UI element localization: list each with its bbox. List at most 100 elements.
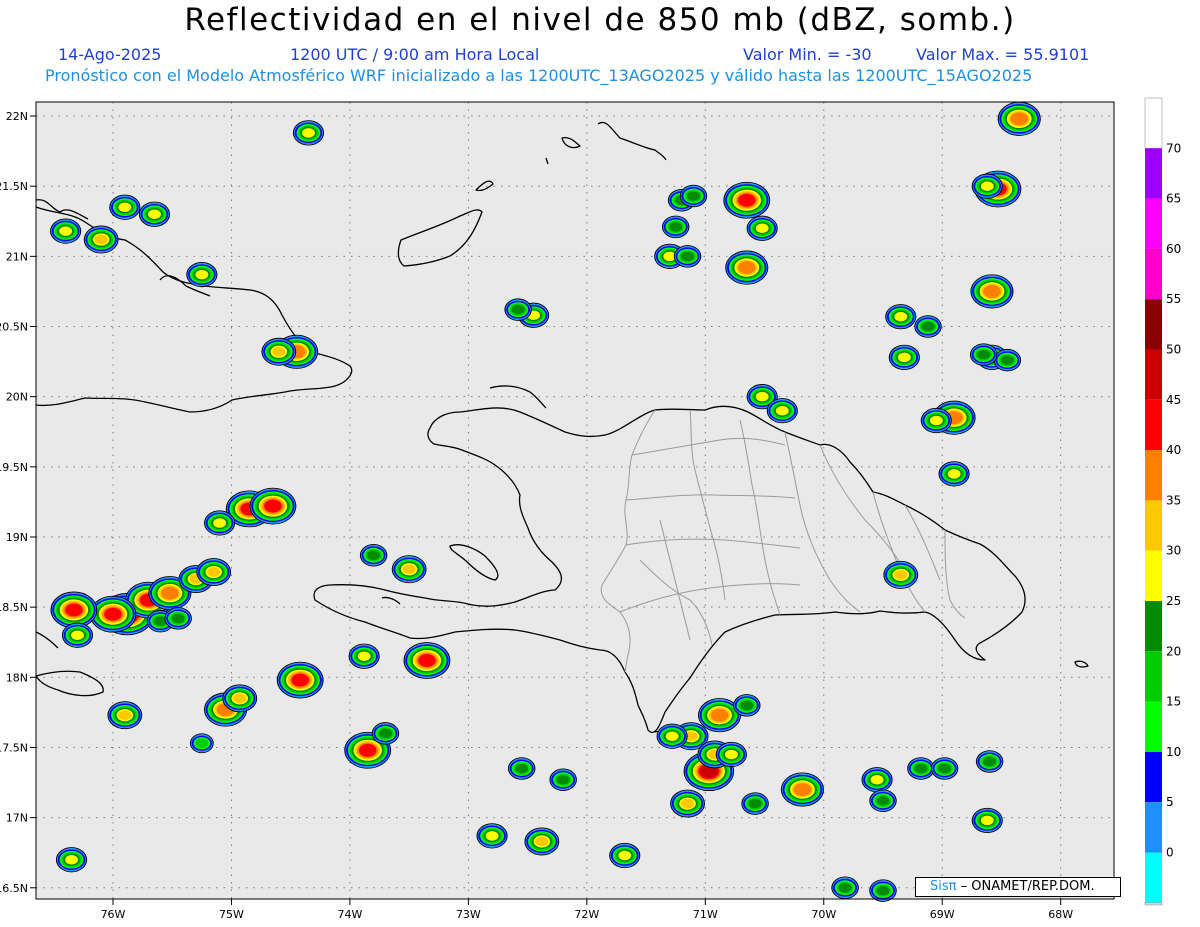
colorbar-label: 10 <box>1166 745 1181 759</box>
colorbar-segment <box>1145 651 1162 702</box>
colorbar-segment <box>1145 299 1162 350</box>
lat-tick-label: 20.5N <box>0 321 28 334</box>
cell-contour <box>755 391 769 402</box>
colorbar-segment <box>1145 248 1162 300</box>
cell-contour <box>897 352 911 363</box>
cell-contour <box>104 607 122 621</box>
reflectivity-cell <box>997 101 1041 136</box>
cell-contour <box>195 269 209 280</box>
reflectivity-cell <box>359 543 388 567</box>
reflectivity-cell <box>348 643 380 669</box>
reflectivity-cell <box>907 757 935 780</box>
reflectivity-cell <box>138 201 171 227</box>
colorbar-label: 35 <box>1166 493 1181 507</box>
cell-contour <box>71 630 84 640</box>
reflectivity-cell <box>780 772 825 807</box>
reflectivity-cell <box>107 701 143 730</box>
reflectivity-cell <box>732 694 761 717</box>
cell-contour <box>358 743 377 757</box>
cell-contour <box>535 836 549 847</box>
cell-contour <box>894 311 908 322</box>
cell-contour <box>876 796 890 806</box>
reflectivity-cell <box>993 348 1022 372</box>
lat-tick-label: 21.5N <box>0 180 28 193</box>
reflectivity-cell <box>885 304 917 330</box>
lat-tick-label: 18N <box>6 671 28 684</box>
cell-contour <box>161 586 179 600</box>
cell-contour <box>302 128 315 138</box>
lat-tick-label: 21N <box>6 250 28 263</box>
reflectivity-cell <box>403 642 451 679</box>
reflectivity-cell <box>549 768 577 791</box>
reflectivity-cell <box>969 343 998 366</box>
reflectivity-cell <box>679 184 708 208</box>
cell-contour <box>515 763 529 774</box>
lat-tick-label: 22N <box>6 110 28 123</box>
reflectivity-cell <box>938 461 970 487</box>
colorbar-segment <box>1145 500 1162 551</box>
cell-contour <box>980 815 994 826</box>
cell-contour <box>983 756 997 767</box>
colorbar-label: 15 <box>1166 695 1181 709</box>
cell-contour <box>379 728 392 739</box>
reflectivity-cell <box>869 789 897 813</box>
lat-tick-label: 18.5N <box>0 601 28 614</box>
cell-contour <box>921 321 935 332</box>
colorbar-label: 65 <box>1166 192 1181 206</box>
reflectivity-cell <box>970 274 1014 309</box>
lon-tick-label: 69W <box>930 908 955 921</box>
lon-tick-label: 72W <box>574 908 599 921</box>
cell-contour <box>65 854 78 865</box>
reflectivity-cell <box>831 876 859 900</box>
cell-contour <box>681 251 694 262</box>
reflectivity-cell <box>50 591 98 629</box>
colorbar-label: 55 <box>1166 292 1181 306</box>
reflectivity-cell <box>524 827 560 856</box>
reflectivity-cell <box>971 173 1003 199</box>
cell-contour <box>738 193 756 207</box>
reflectivity-cell <box>766 398 798 424</box>
colorbar-label: 60 <box>1166 242 1181 256</box>
reflectivity-cell <box>661 215 690 239</box>
lat-tick-label: 17N <box>6 812 28 825</box>
cell-contour <box>264 499 282 513</box>
cell-contour <box>272 347 286 357</box>
lon-tick-label: 71W <box>693 908 718 921</box>
colorbar-segment <box>1145 751 1162 803</box>
cell-contour <box>738 261 756 275</box>
reflectivity-cell <box>725 250 769 285</box>
reflectivity-cell <box>249 487 297 525</box>
reflectivity-cell <box>83 225 119 254</box>
reflectivity-cell <box>189 733 214 754</box>
lat-tick-label: 20N <box>6 391 28 404</box>
cell-contour <box>65 603 83 617</box>
colorbar-label: 5 <box>1166 795 1174 809</box>
reflectivity-cell <box>164 607 192 630</box>
reflectivity-cell <box>292 120 325 146</box>
lat-tick-label: 16.5N <box>0 882 28 895</box>
reflectivity-cell <box>971 807 1003 834</box>
reflectivity-cell <box>109 194 141 220</box>
cell-contour <box>876 885 890 896</box>
cell-contour <box>977 349 991 360</box>
colorbar-label: 20 <box>1166 644 1181 658</box>
credit-box: Sisπ – ONAMET/REP.DOM. <box>915 877 1121 897</box>
cell-contour <box>195 738 209 749</box>
cell-contour <box>118 202 132 212</box>
cell-contour <box>775 405 789 416</box>
cell-contour <box>983 284 1001 298</box>
cell-contour <box>207 567 221 577</box>
colorbar-label: 50 <box>1166 343 1181 357</box>
sispi-logo: Sisπ <box>930 879 957 894</box>
cell-contour <box>681 798 694 809</box>
cell-contour <box>748 798 762 809</box>
reflectivity-cell <box>930 757 959 780</box>
cell-contour <box>894 570 908 580</box>
reflectivity-cell <box>276 661 324 699</box>
colorbar-segment <box>1145 802 1162 853</box>
cell-contour <box>148 209 161 220</box>
colorbar-segment <box>1145 450 1162 501</box>
colorbar: 7065605550454035302520151050 <box>1144 97 1181 906</box>
cell-contour <box>291 673 309 687</box>
cell-contour <box>838 883 852 893</box>
